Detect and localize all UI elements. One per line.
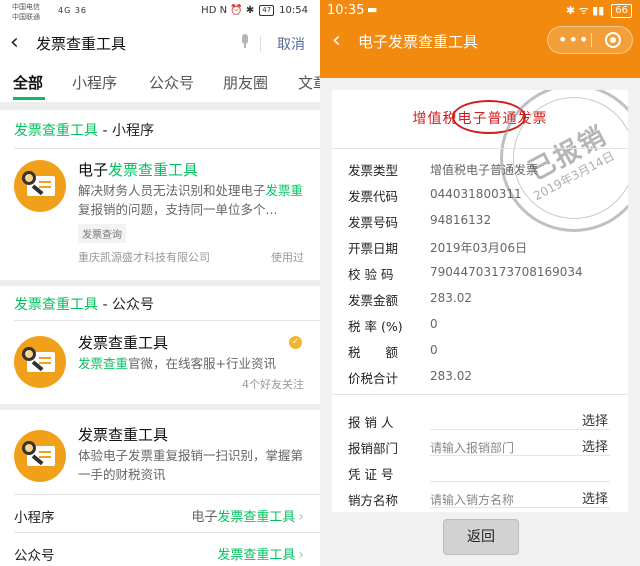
battery-icon: 66 [611,3,632,18]
status-time: 10:54 [279,5,308,16]
field-label: 报销部门 [348,441,399,456]
more-menu-button[interactable]: ••• [558,30,588,50]
field-value: 增值税电子普通发票 [430,163,539,177]
status-icons: HD N ⏰ ✱ [201,5,255,16]
section-title: 发票查重工具 - 公众号 [14,297,154,313]
account-logo-icon [14,336,66,388]
status-bar: 中国电信 中国联通 4G 36 HD N ⏰ ✱ 47 10:54 [0,0,320,24]
status-bar: 10:35 ▬ ✱ ᯤ ▮▮ 66 [320,0,640,22]
back-chevron-icon[interactable]: ‹ [332,28,341,53]
field-value: 283.02 [430,369,472,383]
notification-icon: ▬ [367,3,378,16]
mini-program-capsule: ••• [547,26,633,54]
field-label: 报 销 人 [348,415,394,430]
field-label: 开票日期 [348,241,399,256]
field-label: 校 验 码 [348,267,394,282]
search-bar: ‹ 发票查重工具 取消 [0,24,320,62]
result-title: 电子发票查重工具 [78,161,199,179]
search-tabs: 全部 小程序 公众号 朋友圈 文章 [0,62,320,102]
verified-icon: ✓ [289,336,302,349]
carrier-2: 中国联通 [12,13,40,21]
used-badge: 使用过 [271,251,304,264]
search-divider [260,36,261,52]
field-label: 税 额 [348,345,399,360]
seller-name-input[interactable]: 请输入销方名称 [430,491,514,508]
field-label: 税 率 (%) [348,319,403,334]
result-title: 发票查重工具 [78,426,169,444]
search-input[interactable]: 发票查重工具 [36,33,126,54]
chevron-right-icon: › [298,509,304,525]
tab-articles[interactable]: 文章 [298,72,320,93]
microphone-icon[interactable] [240,34,250,50]
mini-program-section: 发票查重工具 - 小程序 电子发票查重工具 解决财务人员无法识别和处理电子发票重… [0,110,320,280]
department-input[interactable]: 请输入报销部门 [430,439,514,456]
field-label: 发票号码 [348,215,399,230]
cancel-button[interactable]: 取消 [277,34,305,54]
row-value: 发票查重工具 › [217,547,304,563]
status-time: 10:35 [327,3,365,18]
field-label: 发票代码 [348,189,399,204]
status-icons: ✱ ᯤ ▮▮ [565,4,605,17]
tab-official-accounts[interactable]: 公众号 [149,72,194,93]
field-value: 044031800311 [430,187,522,201]
field-label: 价税合计 [348,371,399,386]
company-name: 重庆凯源盛才科技有限公司 [78,251,210,264]
category-tag: 发票查询 [78,224,126,243]
tab-mini-programs[interactable]: 小程序 [72,72,117,93]
battery-icon: 47 [259,5,275,16]
field-label: 发票金额 [348,293,399,308]
back-chevron-icon[interactable]: ‹ [10,30,19,55]
tab-indicator [13,97,45,100]
carrier-1: 中国电信 [12,3,40,11]
app-logo-icon [14,160,66,212]
field-label: 发票类型 [348,163,399,178]
row-value: 电子发票查重工具 › [191,509,304,525]
tab-all[interactable]: 全部 [13,72,43,93]
row-label: 小程序 [14,510,55,526]
field-label: 销方名称 [348,493,399,508]
chevron-right-icon: › [298,547,304,563]
invoice-check-panel: 10:35 ▬ ✱ ᯤ ▮▮ 66 ‹ 电子发票查重工具 ••• 增值税电子普通… [320,0,640,566]
result-title: 发票查重工具 [78,334,169,352]
result-description: 体验电子发票重复报销一扫识别，掌握第一手的财税资讯 [78,448,304,482]
row-label: 公众号 [14,548,55,564]
section-title: 发票查重工具 - 小程序 [14,123,154,139]
signal-icon: 4G 36 [58,6,88,15]
close-capsule-icon[interactable] [605,32,621,48]
field-value: 79044703173708169034 [430,265,583,279]
field-value: 2019年03月06日 [430,241,528,255]
official-account-section: 发票查重工具 - 公众号 发票查重工具 ✓ 发票查重官微，在线客服+行业资讯 4… [0,286,320,566]
return-button[interactable]: 返回 [443,519,519,555]
account-logo-icon [14,430,66,482]
field-value: 94816132 [430,213,492,227]
bottom-bar: 返回 [320,512,640,566]
field-label: 凭 证 号 [348,467,394,482]
field-value: 0 [430,343,438,357]
field-value: 283.02 [430,291,472,305]
page-title: 电子发票查重工具 [358,33,479,51]
friends-following: 4个好友关注 [242,378,304,391]
wechat-search-panel: 中国电信 中国联通 4G 36 HD N ⏰ ✱ 47 10:54 ‹ 发票查重… [0,0,320,566]
select-seller-button[interactable]: 选择 [582,488,608,507]
field-value: 0 [430,317,438,331]
select-department-button[interactable]: 选择 [582,436,608,455]
tab-moments[interactable]: 朋友圈 [223,72,268,93]
select-reimburser-button[interactable]: 选择 [582,410,608,429]
app-header: 10:35 ▬ ✱ ᯤ ▮▮ 66 ‹ 电子发票查重工具 ••• [320,0,640,78]
carrier-labels: 中国电信 中国联通 [12,2,40,22]
result-description: 发票查重官微，在线客服+行业资讯 [78,356,276,371]
result-description: 解决财务人员无法识别和处理电子发票重复报销的问题，支持同一单位多个... [78,183,304,217]
invoice-card: 增值税电子普通发票 已报销 2019年3月14日 发票类型 增值税电子普通发票 … [332,90,628,512]
